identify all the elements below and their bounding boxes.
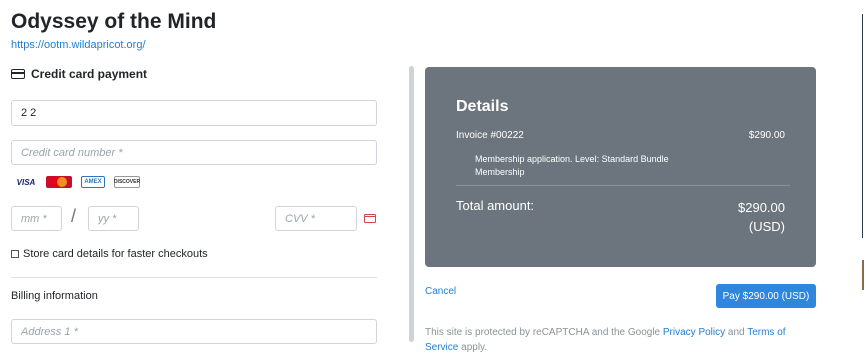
expiry-month-input[interactable] — [11, 206, 62, 231]
mastercard-logo — [46, 176, 72, 188]
invoice-number: Invoice #00222 — [456, 130, 524, 141]
amex-logo: AMEX — [81, 176, 105, 188]
credit-card-icon — [11, 69, 25, 79]
details-panel: Details Invoice #00222 $290.00 Membershi… — [425, 67, 816, 267]
expiry-separator: / — [71, 206, 77, 226]
visa-logo: VISA — [16, 177, 36, 187]
card-number-input[interactable] — [11, 140, 377, 165]
privacy-policy-link[interactable]: Privacy Policy — [663, 327, 725, 338]
store-card-checkbox[interactable]: Store card details for faster checkouts — [11, 248, 208, 260]
invoice-description: Membership application. Level: Standard … — [475, 154, 669, 177]
invoice-amount: $290.00 — [748, 130, 785, 141]
expiry-year-input[interactable] — [88, 206, 139, 231]
window-edge-handle — [862, 260, 864, 290]
total-currency: (USD) — [748, 219, 785, 234]
total-label: Total amount: — [456, 198, 535, 213]
cvv-card-icon — [364, 214, 376, 223]
pay-button[interactable]: Pay $290.00 (USD) — [716, 284, 816, 308]
cvv-input[interactable] — [275, 206, 357, 231]
address1-input[interactable] — [11, 319, 377, 344]
cardholder-name-input[interactable] — [11, 100, 377, 126]
terms-link-part2[interactable]: Service — [425, 342, 458, 353]
recaptcha-text: This site is protected by reCAPTCHA and … — [425, 327, 663, 338]
credit-card-heading-label: Credit card payment — [31, 67, 148, 81]
billing-heading: Billing information — [11, 290, 98, 302]
total-amount: $290.00 (USD) — [738, 198, 785, 236]
recaptcha-and: and — [725, 327, 748, 338]
divider — [11, 277, 377, 278]
details-divider — [456, 185, 790, 186]
total-amount-value: $290.00 — [738, 200, 785, 215]
credit-card-heading: Credit card payment — [11, 67, 147, 81]
window-edge — [862, 14, 863, 238]
recaptcha-suffix: apply. — [458, 342, 488, 353]
checkbox-icon[interactable] — [11, 250, 19, 258]
recaptcha-notice: This site is protected by reCAPTCHA and … — [425, 325, 805, 355]
discover-logo: DISCOVER — [114, 176, 140, 188]
scrollbar[interactable] — [409, 66, 414, 342]
org-url-link[interactable]: https://ootm.wildapricot.org/ — [11, 39, 146, 51]
card-brands: VISA AMEX DISCOVER — [15, 176, 140, 188]
store-card-label: Store card details for faster checkouts — [23, 248, 208, 260]
org-title: Odyssey of the Mind — [11, 10, 217, 33]
terms-link-part1[interactable]: Terms of — [747, 327, 785, 338]
cancel-link[interactable]: Cancel — [425, 286, 456, 297]
details-title: Details — [456, 98, 509, 115]
